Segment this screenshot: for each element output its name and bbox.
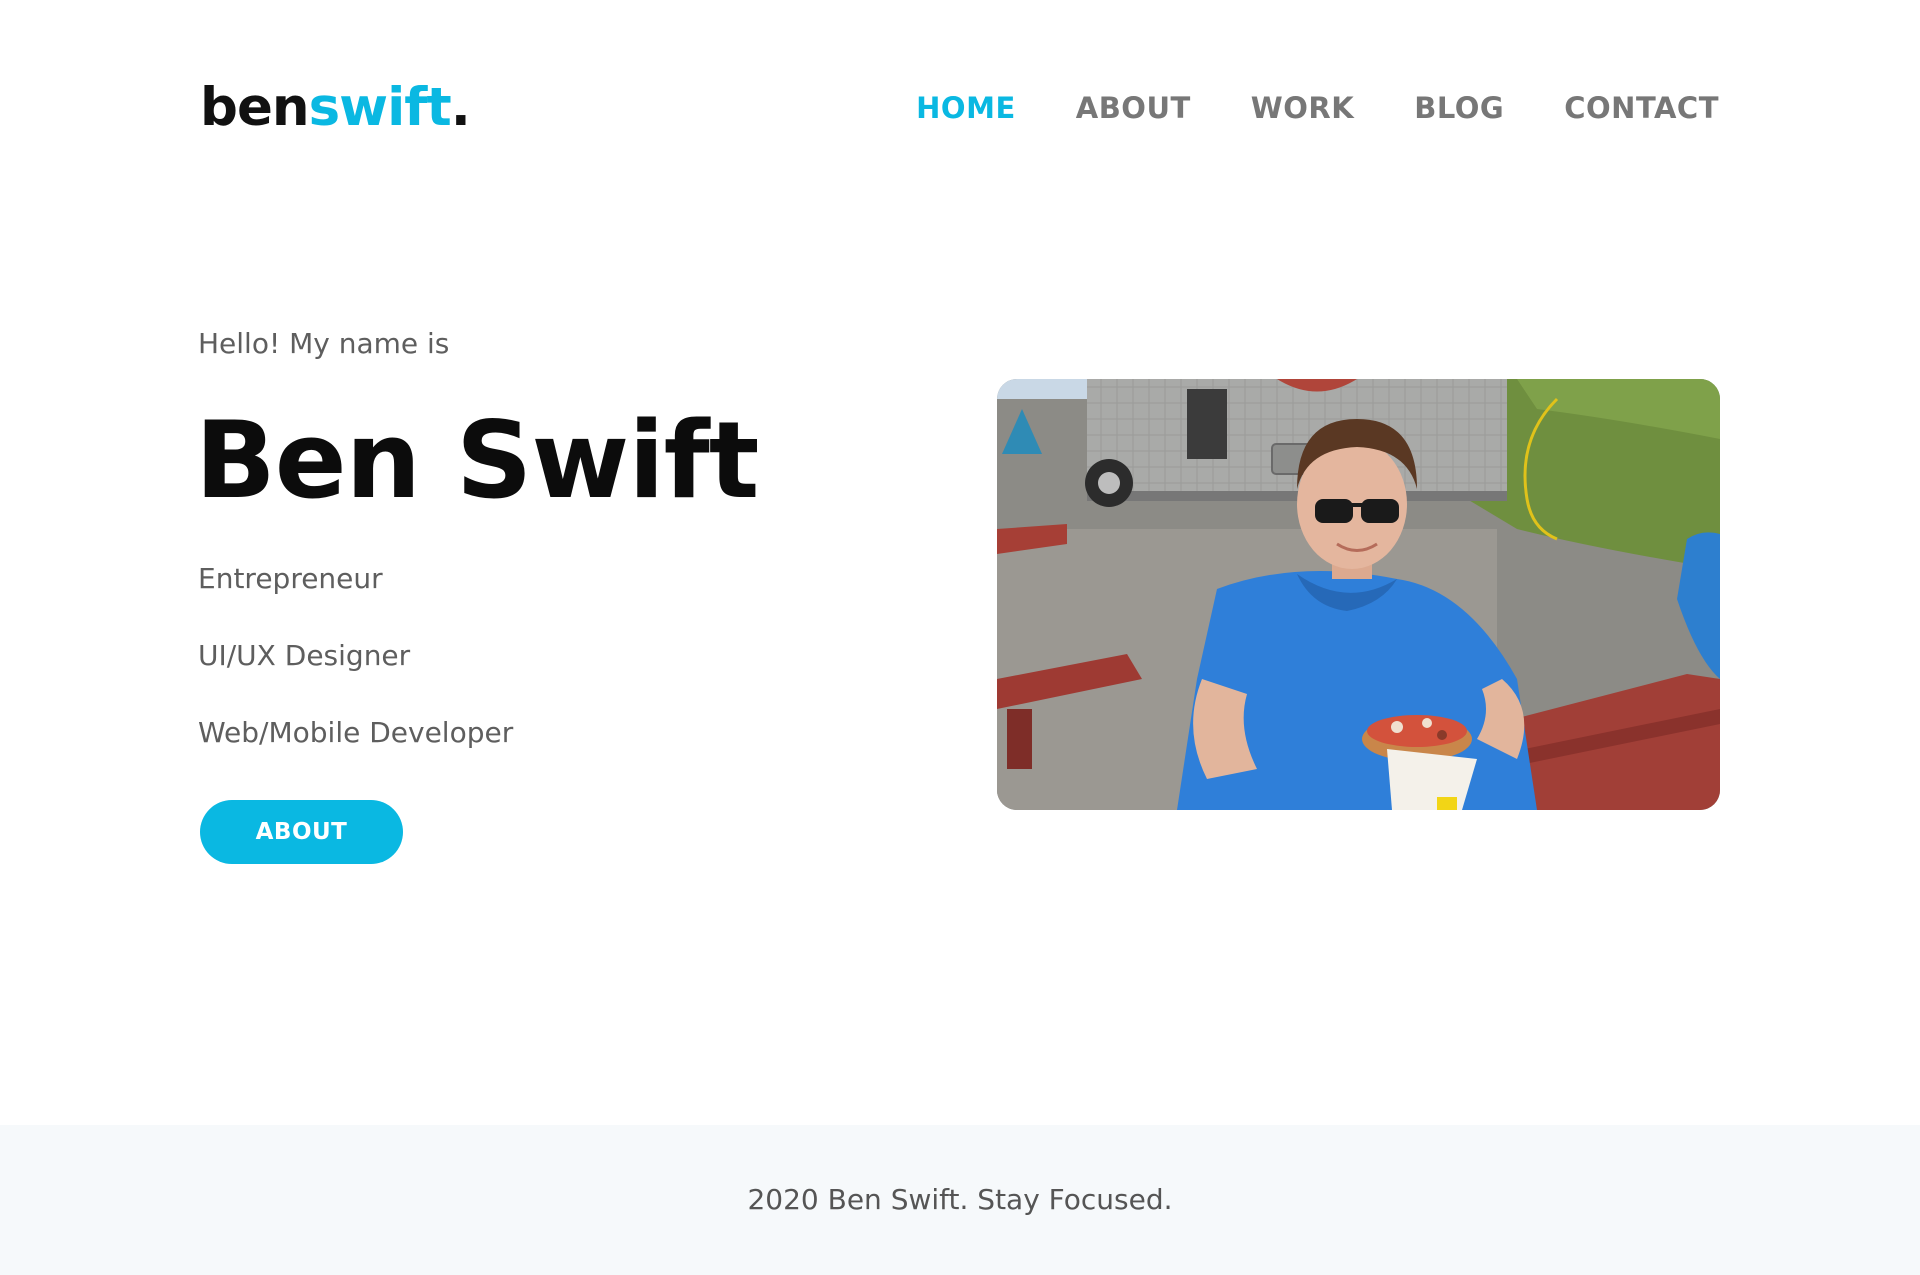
site-footer: 2020 Ben Swift. Stay Focused. [0,1125,1920,1275]
footer-copyright: 2020 Ben Swift. Stay Focused. [747,1183,1173,1216]
hero-greeting: Hello! My name is [198,327,450,360]
hero-name: Ben Swift [195,399,759,522]
nav-link-home[interactable]: HOME [916,90,1016,126]
role-item: Entrepreneur [198,562,383,595]
page: benswift. HOME ABOUT WORK BLOG CONTACT H… [0,0,1920,1275]
logo-part-ben: ben [200,77,310,138]
role-item: UI/UX Designer [198,639,411,672]
hero-roles: Entrepreneur UI/UX Designer Web/Mobile D… [198,561,513,792]
nav-link-blog[interactable]: BLOG [1414,90,1504,126]
main-nav: HOME ABOUT WORK BLOG CONTACT [916,90,1719,126]
nav-link-work[interactable]: WORK [1251,90,1354,126]
site-logo[interactable]: benswift. [200,76,471,140]
profile-photo [997,379,1720,810]
nav-link-about[interactable]: ABOUT [1076,90,1191,126]
about-button[interactable]: ABOUT [200,800,403,864]
logo-part-dot: . [450,77,471,138]
logo-part-swift: swift [308,77,452,138]
nav-link-contact[interactable]: CONTACT [1564,90,1719,126]
role-item: Web/Mobile Developer [198,716,514,749]
